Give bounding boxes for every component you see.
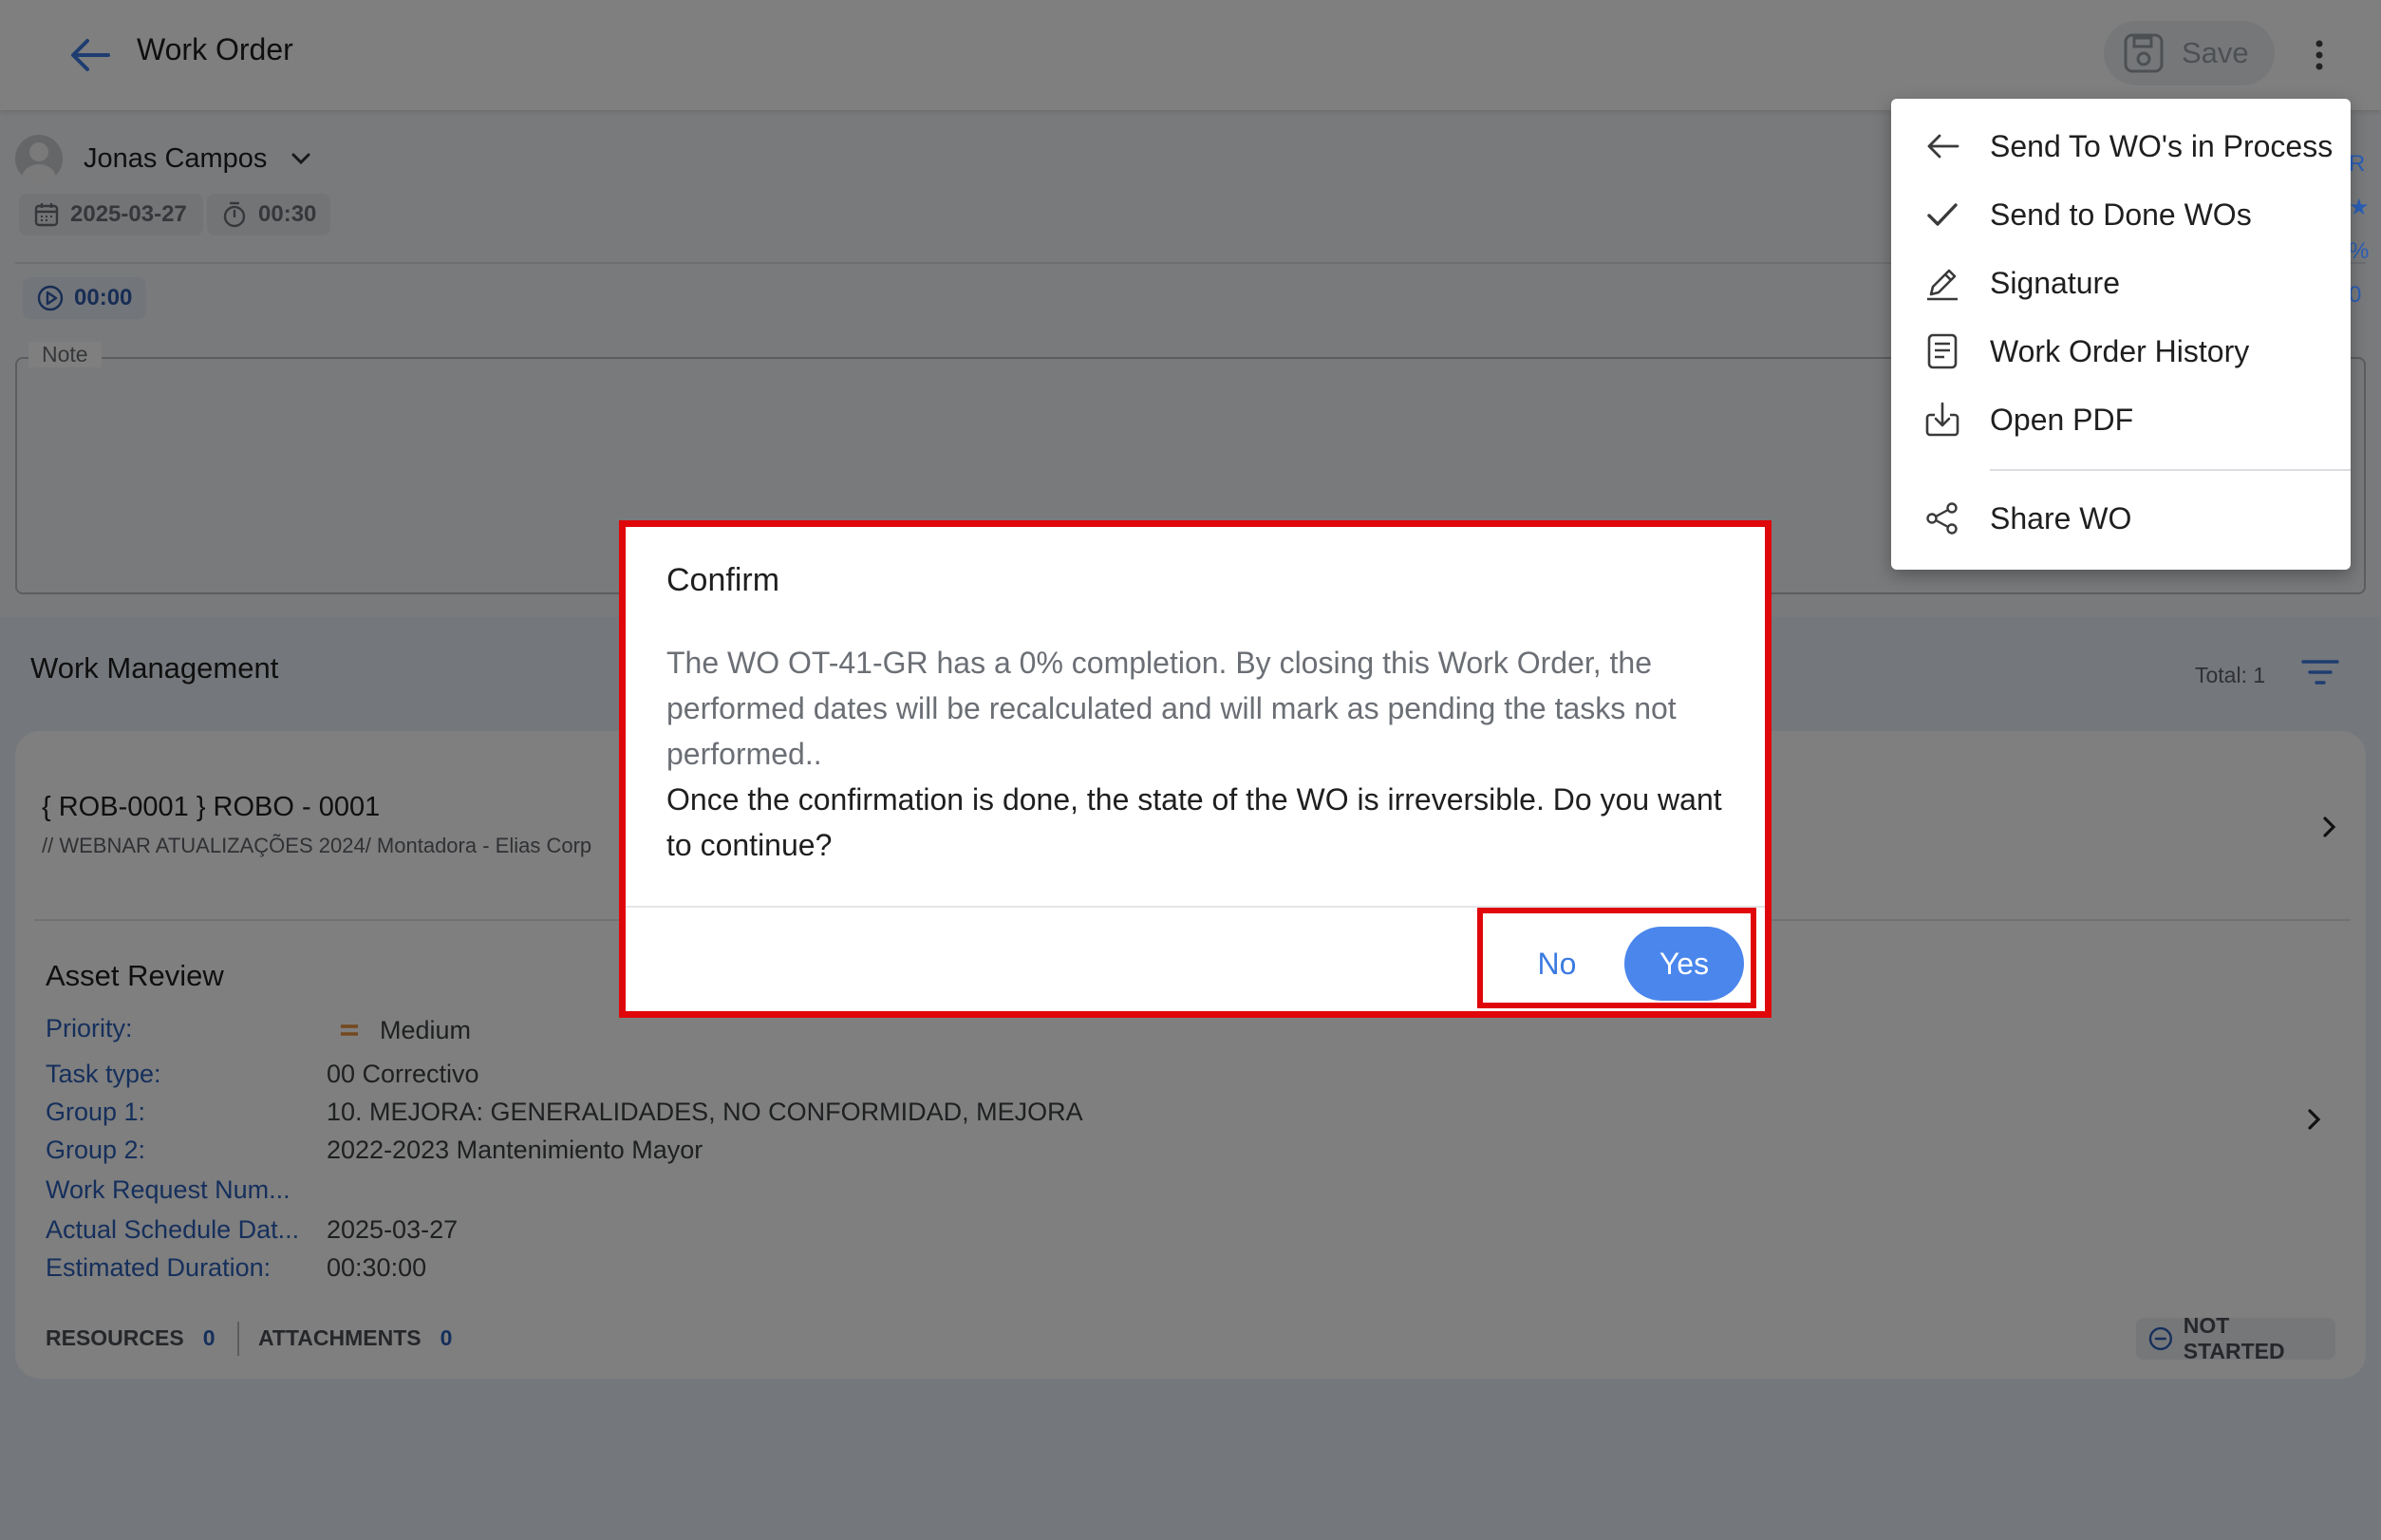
dialog-divider xyxy=(623,906,1768,908)
menu-item-history[interactable]: Work Order History xyxy=(1891,317,2351,385)
dialog-message: The WO OT-41-GR has a 0% completion. By … xyxy=(666,646,1677,771)
dialog-title: Confirm xyxy=(666,562,780,598)
menu-item-label: Share WO xyxy=(1990,500,2132,535)
pencil-icon xyxy=(1927,269,1958,301)
menu-item-share[interactable]: Share WO xyxy=(1891,484,2351,553)
menu-item-send-to-in-process[interactable]: Send To WO's in Process xyxy=(1891,112,2351,180)
menu-item-label: Work Order History xyxy=(1990,333,2250,368)
overflow-menu: Send To WO's in Process Send to Done WOs… xyxy=(1891,99,2351,570)
partially-hidden-content: R ★ % 0 xyxy=(2349,151,2370,308)
menu-item-label: Send to Done WOs xyxy=(1990,197,2252,232)
no-button[interactable]: No xyxy=(1509,929,1604,999)
menu-item-label: Send To WO's in Process xyxy=(1990,128,2334,163)
menu-item-signature[interactable]: Signature xyxy=(1891,249,2351,317)
share-icon xyxy=(1926,502,1958,535)
document-icon xyxy=(1927,333,1958,369)
dialog-warning: Once the confirmation is done, the state… xyxy=(666,782,1722,862)
confirm-dialog: Confirm The WO OT-41-GR has a 0% complet… xyxy=(623,524,1768,1014)
menu-item-label: Open PDF xyxy=(1990,402,2134,437)
download-icon xyxy=(1925,402,1959,437)
menu-item-open-pdf[interactable]: Open PDF xyxy=(1891,385,2351,454)
menu-item-label: Signature xyxy=(1990,265,2120,300)
menu-item-send-to-done[interactable]: Send to Done WOs xyxy=(1891,180,2351,249)
arrow-left-icon xyxy=(1927,134,1959,159)
check-icon xyxy=(1927,203,1958,226)
menu-divider xyxy=(1990,469,2351,471)
yes-button[interactable]: Yes xyxy=(1624,927,1744,1001)
